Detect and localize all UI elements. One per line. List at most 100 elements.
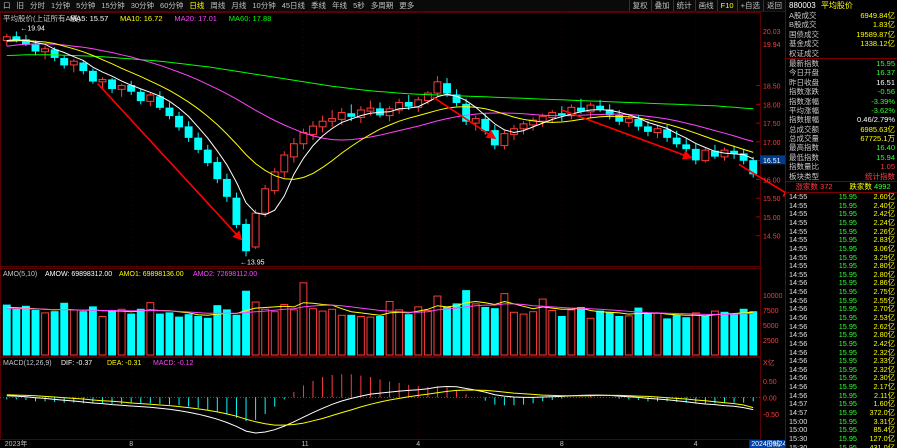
amo-bar [624, 315, 633, 356]
rise-count-value: 372 [820, 182, 833, 192]
back-button[interactable]: 返回 [763, 0, 785, 11]
x-axis-label: 4 [694, 441, 698, 448]
amo-bar [299, 282, 308, 356]
amo-bar [749, 311, 758, 356]
tab-monthly[interactable]: 月线 [228, 0, 249, 11]
quote-panel: 880003 平均股价 A股成交 6949.84亿 B股成交 1.83亿 国债成交 195… [785, 0, 897, 448]
overlay-button[interactable]: 叠加 [650, 0, 673, 11]
macd-legend: DIF: -0.37 [61, 360, 92, 367]
tab-quarterly[interactable]: 季线 [308, 0, 329, 11]
turnover-row: 基金成交 1338.12亿 [786, 39, 897, 48]
amo-bar [108, 310, 116, 356]
panel-header: 880003 平均股价 [786, 0, 897, 11]
fall-count-value: 4992 [873, 182, 891, 192]
kline-chart[interactable]: ←13.95←19.94平均股价(上证所有A股)MA5: 15.57 MA10: … [0, 12, 785, 448]
add-watchlist-button[interactable]: +自选 [736, 0, 763, 11]
tab-yearly[interactable]: 年线 [329, 0, 350, 11]
candle-body [117, 85, 126, 90]
turnover-label: 权证成交 [789, 48, 819, 58]
tick-row[interactable]: 15:30 15.95 431.0亿 [786, 442, 897, 448]
amo-bar [414, 306, 423, 356]
tab-5sec[interactable]: 5秒 [350, 0, 368, 11]
tab-1min[interactable]: 1分钟 [48, 0, 73, 11]
amo-legend: AMOW: 69898312.00 [45, 271, 112, 278]
tab-5min[interactable]: 5分钟 [73, 0, 98, 11]
x-axis-label: 2023年 [5, 439, 28, 448]
candle-body [213, 162, 222, 180]
tab-multi-period[interactable]: 多周期 [368, 0, 397, 11]
candle-body [730, 150, 739, 154]
candle-body [672, 137, 681, 145]
candle-body [222, 178, 231, 197]
rise-count-tab[interactable]: 涨家数 372 [786, 182, 842, 192]
ma-legend: MA60: 17.88 [229, 14, 272, 23]
tab-more[interactable]: 更多 [396, 0, 417, 11]
amo-bar [404, 314, 413, 356]
amo-bar [701, 316, 710, 356]
ma60-line [6, 54, 754, 110]
tab-15min[interactable]: 15分钟 [98, 0, 127, 11]
candle-body [242, 223, 250, 252]
statistics-button[interactable]: 统计 [672, 0, 695, 11]
amo-bar [720, 311, 729, 356]
high-price-marker: ←19.94 [20, 26, 45, 33]
quote-value: 15.95 [876, 58, 895, 68]
ma-legend: MA20: 17.01 [174, 14, 217, 23]
tab-10min[interactable]: 10分钟 [249, 0, 278, 11]
turnover-label: A股成交 [789, 11, 817, 20]
amo-bar [586, 317, 595, 356]
macd-legend: MACD(12,26,9) [3, 360, 52, 367]
candle-body [318, 120, 327, 128]
fall-count-label: 跌家数 [849, 182, 872, 192]
candle-body [98, 79, 107, 83]
tab-fenshi[interactable]: 分时 [27, 0, 48, 11]
index-quote-list: 最新指数 15.95 今日开盘 16.37 昨日收盘 16.51 指数涨跌 -0.56 指数涨幅… [786, 59, 897, 181]
quote-row: 最低指数 15.94 [786, 153, 897, 162]
f10-button[interactable]: F10 [716, 0, 737, 11]
amo-bar [739, 308, 748, 356]
turnover-value: 6949.84亿 [860, 11, 895, 20]
tab-daily[interactable]: 日线 [186, 0, 207, 11]
amo-bar [385, 300, 394, 356]
tab-weekly[interactable]: 周线 [207, 0, 228, 11]
amo-bar [328, 308, 337, 356]
draw-line-button[interactable]: 画线 [694, 0, 717, 11]
amo-bar [462, 290, 471, 356]
quote-label: 指数涨跌 [789, 87, 819, 97]
restore-rights-button[interactable]: 复权 [628, 0, 651, 11]
amo-bar [270, 311, 279, 356]
amo-bar [577, 306, 585, 356]
quote-value: -3.39% [871, 96, 895, 106]
candle-body [309, 125, 317, 135]
amo-axis-label: 2500 [763, 338, 779, 345]
candle-body [663, 129, 672, 138]
amo-bar [117, 308, 126, 356]
price-axis-label: 15.50 [763, 196, 781, 203]
quote-label: 指数涨幅 [789, 96, 819, 106]
candle-body [289, 143, 298, 158]
amo-bar [519, 313, 528, 356]
amo-legend: AMO2: 72698112.00 [193, 271, 257, 278]
quote-value: -0.56 [877, 87, 895, 97]
quote-label: 最高指数 [789, 143, 819, 153]
tab-30min[interactable]: 30分钟 [128, 0, 157, 11]
price-axis-label: 14.50 [763, 234, 781, 241]
amo-bar [615, 316, 624, 356]
amo-bar [395, 309, 404, 356]
amo-bar [634, 307, 643, 356]
window-icon-2[interactable]: 旧 [14, 0, 28, 11]
tick-list[interactable]: 14:55 15.95 2.60亿 14:55 15.95 2.40亿 14:55 15.95… [786, 192, 897, 448]
tick-price: 15.95 [838, 442, 857, 448]
amo-bar [376, 316, 384, 356]
fall-count-tab[interactable]: 跌家数 4992 [842, 182, 897, 192]
window-icon[interactable]: 口 [0, 0, 14, 11]
tab-60min[interactable]: 60分钟 [157, 0, 186, 11]
candle-body [146, 94, 155, 102]
macd-axis-label: 0.50 [763, 379, 777, 386]
amo-bar [69, 309, 78, 356]
candle-body [79, 62, 88, 72]
tab-45day[interactable]: 45日线 [279, 0, 308, 11]
turnover-label: 基金成交 [789, 39, 819, 49]
amo-bar [366, 316, 375, 356]
amo-bar [596, 310, 605, 356]
